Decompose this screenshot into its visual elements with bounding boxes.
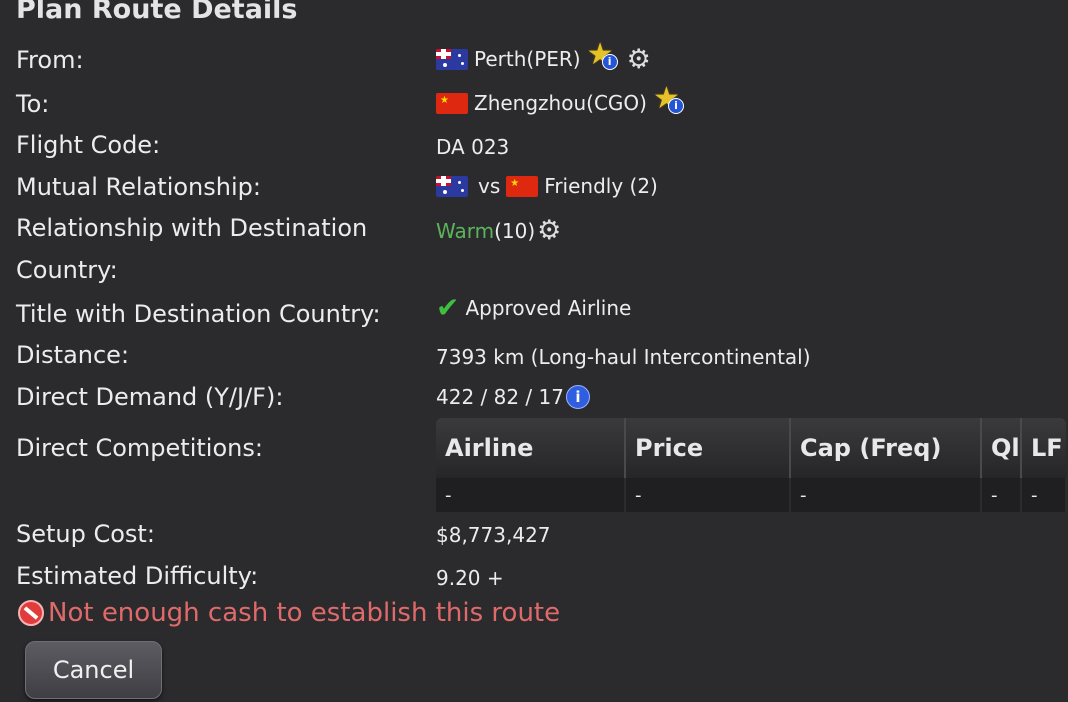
title-destination-row: ✔ Approved Airline: [436, 294, 631, 322]
cancel-button[interactable]: Cancel: [25, 641, 162, 699]
table-cell: -: [436, 478, 626, 512]
mutual-relationship-row: vs ★ Friendly (2): [436, 174, 658, 198]
warning-message-row: Not enough cash to establish this route: [18, 598, 560, 628]
australia-flag-icon: [436, 48, 468, 70]
relationship-destination-label: Relationship with Destination: [16, 214, 368, 242]
gear-icon[interactable]: ⚙: [537, 217, 561, 244]
column-header-capacity[interactable]: Cap (Freq): [790, 418, 982, 478]
gear-icon[interactable]: ⚙: [627, 46, 651, 73]
direct-demand-value: 422 / 82 / 17: [436, 385, 564, 409]
competitions-table: Airline Price Cap (Freq) Ql LF - - - - -: [436, 418, 1067, 512]
relationship-score: (10): [494, 218, 536, 243]
mutual-relationship-label: Mutual Relationship:: [16, 173, 261, 201]
vs-text: vs: [478, 174, 501, 198]
distance-value: 7393 km (Long-haul Intercontinental): [436, 345, 811, 369]
column-header-quality[interactable]: Ql: [981, 418, 1022, 478]
relationship-destination-label-2: Country:: [16, 256, 118, 284]
title-destination-label: Title with Destination Country:: [16, 300, 381, 328]
direct-competitions-label: Direct Competitions:: [16, 434, 263, 462]
column-header-price[interactable]: Price: [625, 418, 791, 478]
china-flag-icon: ★: [436, 92, 468, 114]
title-status: Approved Airline: [465, 296, 632, 320]
table-cell: -: [981, 478, 1022, 512]
flight-code-value: DA 023: [436, 135, 510, 159]
info-icon[interactable]: i: [565, 385, 590, 409]
relationship-destination-row: Warm (10) ⚙: [436, 217, 561, 244]
setup-cost-label: Setup Cost:: [16, 520, 155, 548]
flight-code-label: Flight Code:: [16, 131, 161, 159]
table-cell: -: [625, 478, 791, 512]
table-cell: -: [790, 478, 982, 512]
direct-demand-row: 422 / 82 / 17 i: [436, 385, 590, 409]
to-label: To:: [16, 90, 50, 118]
from-label: From:: [16, 46, 84, 74]
column-header-load-factor[interactable]: LF: [1021, 418, 1066, 478]
distance-label: Distance:: [16, 341, 130, 369]
table-row: - - - - -: [436, 478, 1067, 512]
star-info-icon[interactable]: ★ i: [587, 40, 621, 76]
setup-cost-value: $8,773,427: [436, 523, 551, 547]
australia-flag-icon: [436, 175, 468, 197]
column-header-airline[interactable]: Airline: [436, 418, 626, 478]
to-value-row: ★ Zhengzhou(CGO) ★ i: [436, 84, 687, 120]
table-cell: -: [1021, 478, 1067, 512]
to-airport: Zhengzhou(CGO): [474, 91, 647, 115]
mutual-status: Friendly (2): [544, 174, 658, 198]
table-header-row: Airline Price Cap (Freq) Ql LF: [436, 418, 1066, 478]
estimated-difficulty-value: 9.20 +: [436, 566, 504, 590]
direct-demand-label: Direct Demand (Y/J/F):: [16, 383, 284, 411]
checkmark-icon: ✔: [436, 291, 460, 324]
page-title: Plan Route Details: [16, 0, 298, 25]
star-info-icon[interactable]: ★ i: [653, 84, 687, 120]
estimated-difficulty-label: Estimated Difficulty:: [16, 562, 259, 590]
relationship-status: Warm: [436, 218, 495, 243]
from-value-row: Perth(PER) ★ i ⚙: [436, 40, 651, 76]
china-flag-icon: ★: [506, 175, 539, 197]
warning-text: Not enough cash to establish this route: [48, 598, 561, 628]
from-airport: Perth(PER): [474, 47, 581, 71]
no-entry-icon: [18, 600, 44, 626]
